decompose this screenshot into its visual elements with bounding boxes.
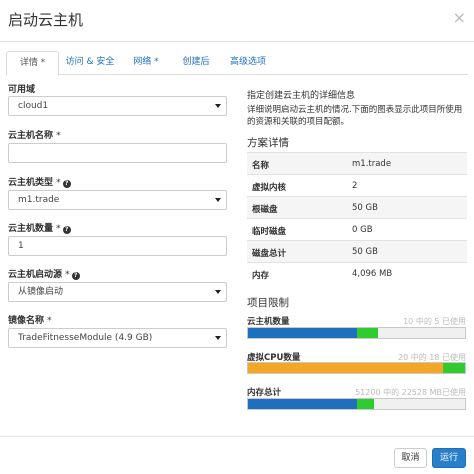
- used-segment: [248, 363, 444, 373]
- flavor-select[interactable]: m1.trade: [8, 190, 227, 210]
- added-segment: [356, 328, 379, 338]
- table-row: 内存 4,096 MB: [247, 262, 467, 284]
- table-row: 磁盘总计 50 GB: [247, 240, 467, 262]
- tab-networking[interactable]: 网络 *: [126, 51, 166, 75]
- launch-button[interactable]: 运行: [432, 448, 466, 468]
- info-description: 详细说明启动云主机的情况.下面的图表显示此项目所使用的资源和关联的项目配额。: [247, 105, 463, 127]
- chevron-down-icon: [215, 198, 221, 202]
- ram-limit-bar: [247, 398, 466, 410]
- instance-count-input[interactable]: 1: [8, 236, 227, 256]
- added-segment: [443, 363, 465, 373]
- instance-name-label: 云主机名称 *: [8, 131, 61, 141]
- chevron-down-icon: [215, 104, 221, 108]
- close-icon[interactable]: ×: [453, 10, 466, 26]
- modal-header: 启动云主机 ×: [0, 0, 474, 42]
- added-segment: [356, 399, 374, 409]
- table-row: 虚拟内核 2: [247, 174, 467, 196]
- vcpu-limit-bar: [247, 362, 466, 374]
- flavor-details-title: 方案详情: [247, 137, 289, 149]
- help-icon[interactable]: ?: [71, 272, 80, 280]
- modal-title: 启动云主机: [8, 11, 84, 29]
- availability-zone-select[interactable]: cloud1: [8, 96, 227, 116]
- instances-limit-bar: [247, 327, 466, 339]
- boot-source-label: 云主机启动源 *?: [8, 267, 80, 280]
- used-segment: [248, 328, 357, 338]
- boot-source-select[interactable]: 从镜像启动: [8, 282, 227, 302]
- help-icon[interactable]: ?: [62, 226, 71, 234]
- availability-zone-label: 可用域: [8, 85, 36, 95]
- image-name-select[interactable]: TradeFitnesseModule (4.9 GB): [8, 328, 227, 348]
- chevron-down-icon: [215, 336, 221, 340]
- instance-count-label: 云主机数量 *?: [8, 221, 71, 234]
- tab-bar: 详情 * 访问 & 安全 网络 * 创建后 高级选项: [6, 51, 468, 76]
- info-title: 指定创建云主机的详细信息: [247, 91, 356, 101]
- cancel-button[interactable]: 取消: [394, 448, 427, 468]
- tab-post-creation[interactable]: 创建后: [176, 51, 216, 75]
- flavor-label: 云主机类型 *?: [8, 175, 71, 188]
- help-icon[interactable]: ?: [62, 180, 71, 188]
- chevron-down-icon: [215, 290, 221, 294]
- instances-limit-note: 10 中的 5 已使用: [403, 317, 466, 326]
- image-name-value: TradeFitnesseModule (4.9 GB): [18, 333, 153, 343]
- table-row: 临时磁盘 0 GB: [247, 218, 467, 240]
- used-segment: [248, 399, 357, 409]
- project-limits-title: 项目限制: [247, 297, 289, 309]
- instance-name-input[interactable]: [8, 143, 227, 163]
- image-name-label: 镜像名称 *: [8, 316, 52, 326]
- instances-limit-label: 云主机数量: [247, 317, 290, 327]
- flavor-value: m1.trade: [18, 195, 60, 205]
- tab-advanced-options[interactable]: 高级选项: [224, 51, 272, 75]
- table-row: 名称 m1.trade: [247, 152, 467, 174]
- flavor-details-table: 名称 m1.trade 虚拟内核 2 根磁盘 50 GB 临时磁盘 0 GB 磁盘总计 5…: [247, 152, 467, 284]
- tab-details[interactable]: 详情 *: [6, 51, 59, 76]
- boot-source-value: 从镜像启动: [18, 287, 64, 297]
- ram-limit-label: 内存总计: [247, 388, 282, 398]
- table-row: 根磁盘 50 GB: [247, 196, 467, 218]
- availability-zone-value: cloud1: [18, 101, 49, 111]
- tab-access-security[interactable]: 访问 & 安全: [60, 51, 120, 75]
- ram-limit-note: 51200 中的 22528 MB已使用: [355, 388, 466, 397]
